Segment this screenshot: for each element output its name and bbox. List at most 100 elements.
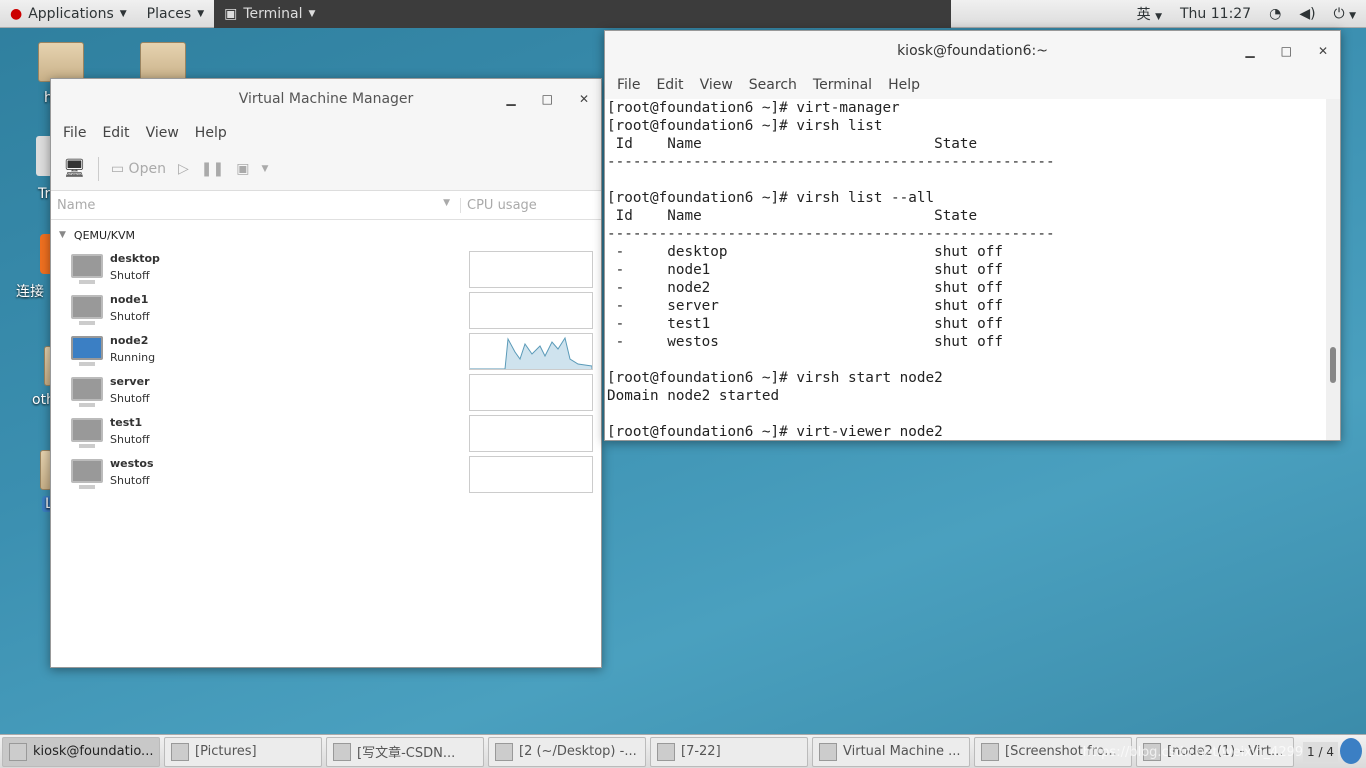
cpu-usage-graph	[469, 374, 593, 411]
scrollbar-thumb[interactable]	[1330, 347, 1336, 383]
vm-row[interactable]: node1 Shutoff	[51, 291, 601, 332]
vm-row[interactable]: westos Shutoff	[51, 455, 601, 496]
taskbar-item[interactable]: [7-22]	[650, 736, 808, 767]
column-cpu[interactable]: CPU usage	[461, 198, 537, 213]
vm-list: Name ▼ CPU usage ▼ QEMU/KVM desktop Shutof…	[51, 191, 601, 667]
taskbar-item[interactable]: Virtual Machine ...	[812, 736, 970, 767]
vm-state: Shutoff	[110, 269, 150, 282]
terminal-line: - node2 shut off	[607, 280, 1003, 296]
menu-edit[interactable]: Edit	[648, 77, 691, 93]
input-method[interactable]: 英 ▼	[1137, 4, 1162, 24]
shutdown-button[interactable]: ▣	[236, 161, 249, 177]
menu-edit[interactable]: Edit	[94, 125, 137, 141]
menu-help[interactable]: Help	[880, 77, 928, 93]
title-bar: kiosk@foundation6:~ ▁ □ ✕	[897, 43, 1328, 59]
vm-state: Shutoff	[110, 392, 150, 405]
menu-file[interactable]: File	[609, 77, 648, 93]
toolbar: 🖥 ▭ Open ▷ ❚❚ ▣ ▼	[51, 147, 601, 191]
taskbar-item[interactable]: kiosk@foundatio...	[2, 736, 160, 767]
title-bar: Virtual Machine Manager ▁ □ ✕	[238, 91, 589, 107]
vm-monitor-icon	[71, 418, 103, 448]
minimize-button[interactable]: ▁	[1245, 44, 1254, 58]
folder-icon[interactable]	[140, 42, 186, 82]
pause-button[interactable]: ❚❚	[201, 161, 224, 177]
vm-row[interactable]: desktop Shutoff	[51, 250, 601, 291]
maximize-button[interactable]: □	[542, 92, 553, 106]
clock[interactable]: Thu 11:27	[1180, 6, 1251, 22]
notification-icon[interactable]	[1340, 738, 1362, 764]
applications-menu[interactable]: ● Applications ▼	[0, 0, 137, 28]
vm-name: node1	[110, 293, 149, 306]
window-icon	[171, 742, 189, 761]
vm-monitor-icon	[71, 254, 103, 284]
vm-monitor-icon	[71, 295, 103, 325]
terminal-line: ----------------------------------------…	[607, 154, 1055, 170]
vm-monitor-icon	[71, 377, 103, 407]
terminal-line: ----------------------------------------…	[607, 226, 1055, 242]
open-button[interactable]: ▭ Open	[111, 161, 166, 177]
chevron-down-icon: ▼	[197, 8, 205, 19]
menu-bar: File Edit View Search Terminal Help	[605, 71, 1340, 99]
menu-terminal[interactable]: Terminal	[805, 77, 880, 93]
vm-row[interactable]: node2 Running	[51, 332, 601, 373]
menu-search[interactable]: Search	[741, 77, 805, 93]
terminal-line: [root@foundation6 ~]# virt-viewer node2	[607, 424, 943, 440]
menu-view[interactable]: View	[692, 77, 741, 93]
vm-row[interactable]: server Shutoff	[51, 373, 601, 414]
taskbar-item[interactable]: [Pictures]	[164, 736, 322, 767]
volume-icon[interactable]: ◀)	[1299, 6, 1315, 22]
vm-row[interactable]: test1 Shutoff	[51, 414, 601, 455]
vm-name: westos	[110, 457, 154, 470]
window-icon	[333, 742, 351, 761]
scrollbar[interactable]	[1326, 99, 1340, 440]
connection-group[interactable]: ▼ QEMU/KVM	[51, 220, 601, 250]
menu-view[interactable]: View	[138, 125, 187, 141]
terminal-app-menu[interactable]: ▣ Terminal ▼	[214, 0, 952, 28]
places-menu[interactable]: Places ▼	[137, 0, 214, 28]
terminal-line: - server shut off	[607, 298, 1003, 314]
menu-file[interactable]: File	[55, 125, 94, 141]
new-vm-button[interactable]: 🖥	[63, 158, 86, 179]
menu-bar: File Edit View Help	[51, 119, 601, 147]
run-button[interactable]: ▷	[178, 161, 189, 177]
close-button[interactable]: ✕	[579, 92, 589, 106]
taskbar-item[interactable]: [2 (~/Desktop) -...	[488, 736, 646, 767]
cpu-sparkline	[470, 336, 593, 370]
terminal-window: kiosk@foundation6:~ ▁ □ ✕ File Edit View Sear…	[604, 30, 1341, 441]
column-name[interactable]: Name ▼	[51, 197, 461, 213]
shutdown-menu-icon[interactable]: ▼	[261, 164, 268, 174]
terminal-line: [root@foundation6 ~]# virsh start node2	[607, 370, 943, 386]
vm-state: Running	[110, 351, 156, 364]
vm-state: Shutoff	[110, 474, 150, 487]
terminal-line: [root@foundation6 ~]# virsh list --all	[607, 190, 935, 206]
chevron-down-icon: ▼	[308, 8, 316, 19]
vm-name: node2	[110, 334, 149, 347]
cpu-usage-graph	[469, 456, 593, 493]
terminal-output[interactable]: [root@foundation6 ~]# virt-manager [root@…	[605, 99, 1326, 440]
workspace-pager[interactable]: 1 / 4	[1303, 742, 1338, 762]
terminal-line: - desktop shut off	[607, 244, 1003, 260]
window-icon	[981, 742, 999, 761]
maximize-button[interactable]: □	[1281, 44, 1292, 58]
close-button[interactable]: ✕	[1318, 44, 1328, 58]
terminal-line: Id Name State	[607, 208, 978, 224]
vm-name: test1	[110, 416, 143, 429]
power-icon[interactable]: ⏻ ▼	[1334, 6, 1356, 22]
minimize-button[interactable]: ▁	[506, 92, 515, 106]
virt-manager-window: Virtual Machine Manager ▁ □ ✕ File Edit View…	[50, 78, 602, 668]
home-folder-icon[interactable]	[38, 42, 84, 82]
taskbar-item[interactable]: [写文章-CSDN...	[326, 736, 484, 767]
wifi-icon[interactable]: ◔	[1269, 6, 1281, 22]
menu-help[interactable]: Help	[187, 125, 235, 141]
cpu-usage-graph	[469, 251, 593, 288]
terminal-line: [root@foundation6 ~]# virt-manager	[607, 100, 900, 116]
vm-name: desktop	[110, 252, 160, 265]
top-panel: ● Applications ▼ Places ▼ ▣ Terminal ▼ 英 ▼ Th…	[0, 0, 1366, 28]
cpu-usage-graph	[469, 333, 593, 370]
terminal-line: Domain node2 started	[607, 388, 780, 404]
cpu-usage-graph	[469, 415, 593, 452]
vm-state: Shutoff	[110, 310, 150, 323]
